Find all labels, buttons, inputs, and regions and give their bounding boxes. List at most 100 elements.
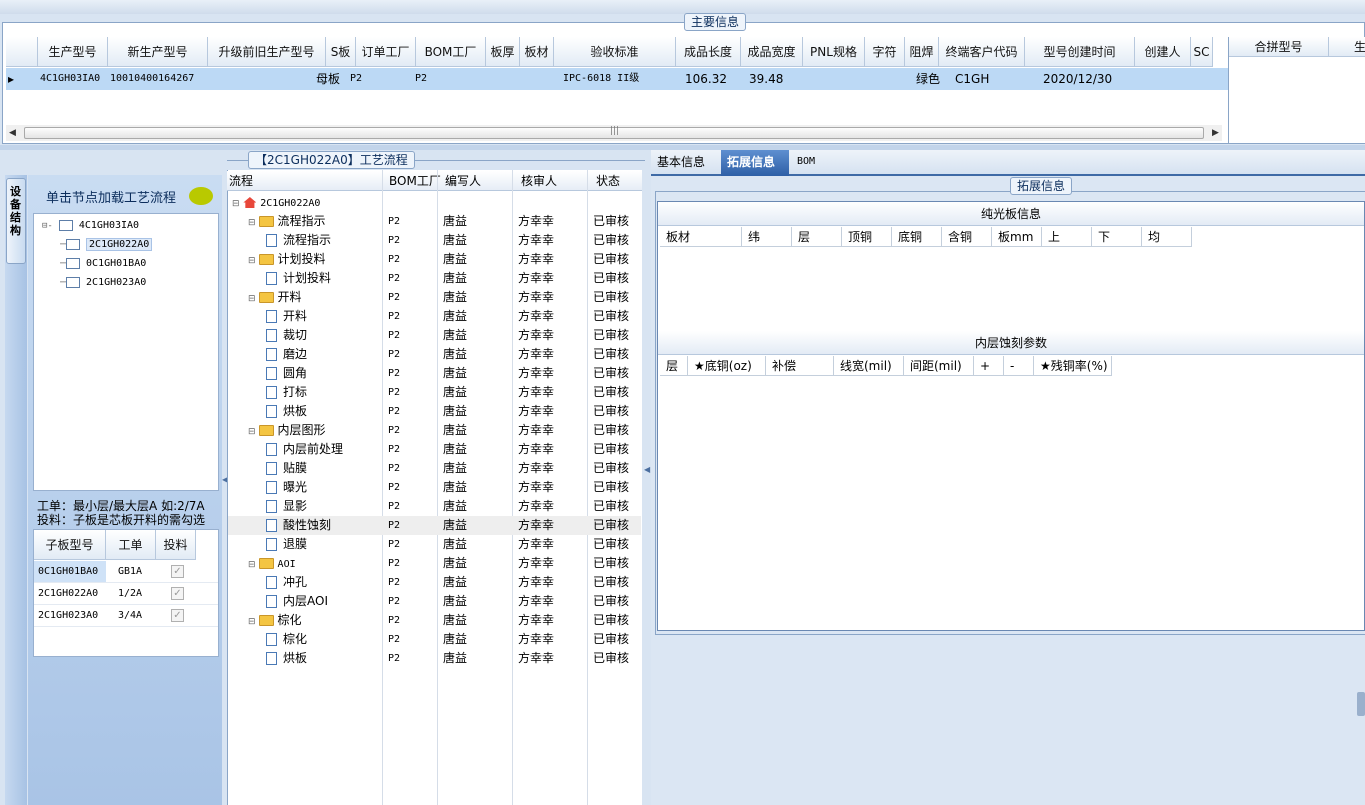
tree-node[interactable]: ⋯ 2C1GH022A0 bbox=[60, 235, 153, 254]
flow-row[interactable]: 曝光 P2 唐益 方幸幸 已审核 bbox=[228, 478, 641, 497]
feed-checkbox[interactable]: ✓ bbox=[171, 587, 184, 600]
collapse-icon[interactable]: ⊟ bbox=[248, 256, 256, 266]
flow-factory: P2 bbox=[388, 368, 401, 379]
flow-row[interactable]: 酸性蚀刻 P2 唐益 方幸幸 已审核 bbox=[228, 516, 641, 535]
flow-row[interactable]: 内层前处理 P2 唐益 方幸幸 已审核 bbox=[228, 440, 641, 459]
right-edge-handle[interactable] bbox=[1357, 692, 1365, 716]
collapse-icon[interactable]: ⊟ bbox=[248, 294, 256, 304]
tab-bom[interactable]: BOM bbox=[791, 150, 821, 176]
param-col-header[interactable]: 上 bbox=[1042, 227, 1092, 247]
flow-row[interactable]: 计划投料 P2 唐益 方幸幸 已审核 bbox=[228, 269, 641, 288]
main-col-header[interactable]: 阻焊 bbox=[905, 37, 939, 67]
flow-step: 内层AOI bbox=[266, 592, 328, 611]
flow-row[interactable]: 冲孔 P2 唐益 方幸幸 已审核 bbox=[228, 573, 641, 592]
param-col-header[interactable]: 间距(mil) bbox=[904, 356, 974, 376]
main-col-header[interactable]: 创建人 bbox=[1135, 37, 1191, 67]
load-flow-label: 单击节点加载工艺流程 bbox=[46, 191, 177, 206]
scroll-thumb[interactable]: ||| bbox=[24, 126, 1204, 139]
top-strip bbox=[0, 0, 1365, 14]
flow-row[interactable]: ⊟ 计划投料 P2 唐益 方幸幸 已审核 bbox=[228, 250, 641, 269]
main-col-header[interactable]: 型号创建时间 bbox=[1025, 37, 1135, 67]
flow-row[interactable]: 棕化 P2 唐益 方幸幸 已审核 bbox=[228, 630, 641, 649]
param-col-header[interactable]: + bbox=[974, 356, 1004, 376]
flow-step-label: 酸性蚀刻 bbox=[283, 518, 332, 532]
param-col-header[interactable]: 底铜 bbox=[892, 227, 942, 247]
flow-row[interactable]: 显影 P2 唐益 方幸幸 已审核 bbox=[228, 497, 641, 516]
flow-root[interactable]: ⊟ 2C1GH022A0 bbox=[232, 193, 320, 212]
param-col-header[interactable]: 板mm bbox=[992, 227, 1042, 247]
flow-row[interactable]: 贴膜 P2 唐益 方幸幸 已审核 bbox=[228, 459, 641, 478]
flow-status: 已审核 bbox=[593, 385, 630, 399]
tree-node[interactable]: ⋯ 2C1GH023A0 bbox=[60, 273, 146, 292]
flow-row[interactable]: 裁切 P2 唐益 方幸幸 已审核 bbox=[228, 326, 641, 345]
main-col-header[interactable]: 字符 bbox=[865, 37, 905, 67]
main-col-header[interactable]: SC bbox=[1191, 37, 1213, 67]
param-col-header[interactable]: - bbox=[1004, 356, 1034, 376]
collapse-icon[interactable]: ⊟ bbox=[248, 427, 256, 437]
flow-row[interactable]: 烘板 P2 唐益 方幸幸 已审核 bbox=[228, 402, 641, 421]
main-col-header[interactable]: 生产型号 bbox=[38, 37, 108, 67]
param-col-header[interactable]: 板材 bbox=[660, 227, 742, 247]
main-col-header[interactable]: 成品长度 bbox=[676, 37, 741, 67]
flow-row[interactable]: 内层AOI P2 唐益 方幸幸 已审核 bbox=[228, 592, 641, 611]
scroll-right-icon[interactable]: ▶ bbox=[1212, 128, 1219, 138]
speech-bubble-icon[interactable] bbox=[189, 187, 213, 205]
flow-factory: P2 bbox=[388, 444, 401, 455]
main-col-header[interactable]: 成品宽度 bbox=[741, 37, 803, 67]
param-col-header[interactable]: 下 bbox=[1092, 227, 1142, 247]
param-col-header[interactable]: 含铜 bbox=[942, 227, 992, 247]
flow-row[interactable]: 圆角 P2 唐益 方幸幸 已审核 bbox=[228, 364, 641, 383]
flow-row[interactable]: 烘板 P2 唐益 方幸幸 已审核 bbox=[228, 649, 641, 668]
param-col-header[interactable]: 补偿 bbox=[766, 356, 834, 376]
collapse-icon[interactable]: ⊟ bbox=[248, 617, 256, 627]
tree-node[interactable]: ⋯ 0C1GH01BA0 bbox=[60, 254, 146, 273]
flow-row[interactable]: 磨边 P2 唐益 方幸幸 已审核 bbox=[228, 345, 641, 364]
flow-row[interactable]: ⊟ AOI P2 唐益 方幸幸 已审核 bbox=[228, 554, 641, 573]
param-col-header[interactable]: 顶铜 bbox=[842, 227, 892, 247]
param-col-header[interactable]: 线宽(mil) bbox=[834, 356, 904, 376]
flow-row[interactable]: ⊟ 流程指示 P2 唐益 方幸幸 已审核 bbox=[228, 212, 641, 231]
feed-checkbox[interactable]: ✓ bbox=[171, 565, 184, 578]
flow-reviewer: 方幸幸 bbox=[518, 366, 555, 380]
main-col-header[interactable]: S板 bbox=[326, 37, 356, 67]
param-col-header[interactable]: 层 bbox=[792, 227, 842, 247]
main-grid-hscrollbar[interactable]: ◀ ||| ▶ bbox=[6, 125, 1222, 141]
main-col-header[interactable]: 订单工厂 bbox=[356, 37, 416, 67]
tab-extended-info[interactable]: 拓展信息 bbox=[721, 150, 789, 176]
scroll-left-icon[interactable]: ◀ bbox=[9, 128, 16, 138]
param-col-header[interactable]: ★底铜(oz) bbox=[688, 356, 766, 376]
main-col-header[interactable]: 终端客户代码 bbox=[939, 37, 1025, 67]
sub-board-row[interactable]: 0C1GH01BA0 GB1A ✓ bbox=[34, 561, 218, 583]
flow-row[interactable]: 开料 P2 唐益 方幸幸 已审核 bbox=[228, 307, 641, 326]
flow-row[interactable]: 流程指示 P2 唐益 方幸幸 已审核 bbox=[228, 231, 641, 250]
main-col-header[interactable]: 板厚 bbox=[486, 37, 520, 67]
feed-checkbox[interactable]: ✓ bbox=[171, 609, 184, 622]
side-tab-equipment[interactable]: 设备结构 bbox=[6, 178, 26, 264]
param-col-header[interactable]: ★残铜率(%) bbox=[1034, 356, 1112, 376]
collapse-icon[interactable]: ⊟ bbox=[248, 560, 256, 570]
collapse-center-icon[interactable]: ◀ bbox=[644, 465, 650, 474]
param-col-header[interactable]: 层 bbox=[660, 356, 688, 376]
main-col-header[interactable]: 新生产型号 bbox=[108, 37, 208, 67]
main-col-header[interactable]: 验收标准 bbox=[554, 37, 676, 67]
collapse-icon[interactable]: ⊟ bbox=[248, 218, 256, 228]
main-grid-row[interactable]: ▸ 4C1GH03IA0 10010400164267 母板 P2 P2 IPC-6018 … bbox=[6, 68, 1228, 90]
merge-grid: 合拼型号 生 bbox=[1228, 37, 1365, 143]
param-col-header[interactable]: 均 bbox=[1142, 227, 1192, 247]
main-col-header[interactable]: 板材 bbox=[520, 37, 554, 67]
sub-board-row[interactable]: 2C1GH022A0 1/2A ✓ bbox=[34, 583, 218, 605]
flow-row[interactable]: ⊟ 开料 P2 唐益 方幸幸 已审核 bbox=[228, 288, 641, 307]
flow-row[interactable]: 退膜 P2 唐益 方幸幸 已审核 bbox=[228, 535, 641, 554]
flow-row[interactable]: ⊟ 棕化 P2 唐益 方幸幸 已审核 bbox=[228, 611, 641, 630]
document-icon bbox=[266, 310, 277, 323]
tab-basic-info[interactable]: 基本信息 bbox=[651, 150, 711, 176]
main-col-header[interactable]: 升级前旧生产型号 bbox=[208, 37, 326, 67]
main-col-header[interactable]: PNL规格 bbox=[803, 37, 865, 67]
flow-factory: P2 bbox=[388, 425, 401, 436]
tree-root[interactable]: ⊟- 4C1GH03IA0 bbox=[42, 216, 139, 235]
param-col-header[interactable]: 纬 bbox=[742, 227, 792, 247]
flow-row[interactable]: 打标 P2 唐益 方幸幸 已审核 bbox=[228, 383, 641, 402]
sub-board-row[interactable]: 2C1GH023A0 3/4A ✓ bbox=[34, 605, 218, 627]
main-col-header[interactable]: BOM工厂 bbox=[416, 37, 486, 67]
flow-row[interactable]: ⊟ 内层图形 P2 唐益 方幸幸 已审核 bbox=[228, 421, 641, 440]
